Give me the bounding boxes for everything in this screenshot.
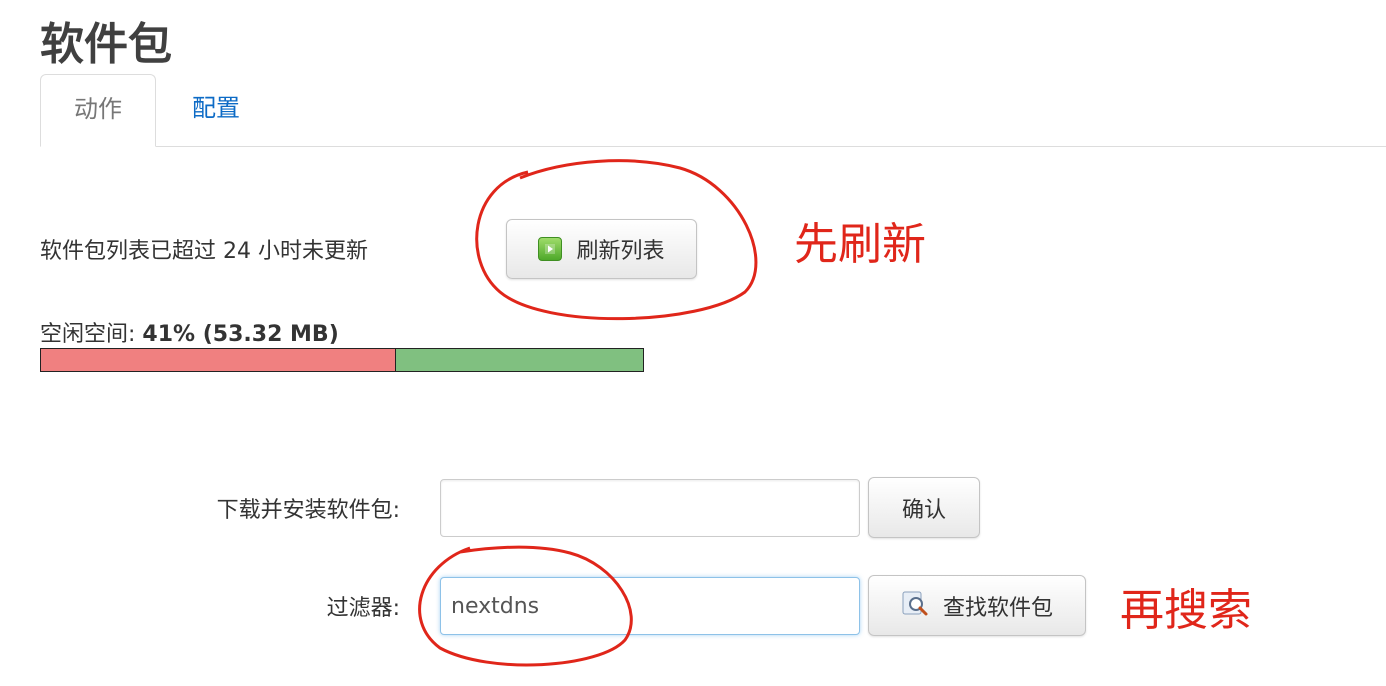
free-space-label: 空闲空间: 41% (53.32 MB): [40, 316, 339, 348]
free-space-bar: [40, 348, 644, 372]
refresh-list-label: 刷新列表: [576, 239, 665, 264]
confirm-button[interactable]: 确认: [868, 477, 980, 538]
annotation-search-next: 再搜索: [1120, 585, 1252, 636]
refresh-list-button[interactable]: 刷新列表: [506, 219, 697, 279]
install-package-label: 下载并安装软件包:: [216, 498, 400, 523]
tab-actions[interactable]: 动作: [40, 74, 156, 147]
play-icon: [538, 237, 563, 261]
find-package-label: 查找软件包: [942, 595, 1053, 621]
annotation-refresh-first: 先刷新: [794, 219, 926, 270]
tab-bar: 动作 配置: [40, 74, 1386, 147]
page-title: 软件包: [40, 19, 172, 70]
filter-input[interactable]: [440, 577, 860, 635]
filter-label: 过滤器:: [326, 596, 400, 621]
tab-configuration[interactable]: 配置: [192, 74, 240, 146]
free-space-value: 41% (53.32 MB): [142, 322, 339, 347]
install-package-input[interactable]: [440, 479, 860, 537]
find-package-button[interactable]: 查找软件包: [868, 575, 1086, 636]
magnifier-icon: [901, 589, 943, 623]
free-space-caption: 空闲空间:: [40, 322, 136, 347]
free-space-segment: [396, 349, 643, 371]
used-space-segment: [41, 349, 397, 371]
update-notice: 软件包列表已超过 24 小时未更新: [40, 239, 368, 264]
